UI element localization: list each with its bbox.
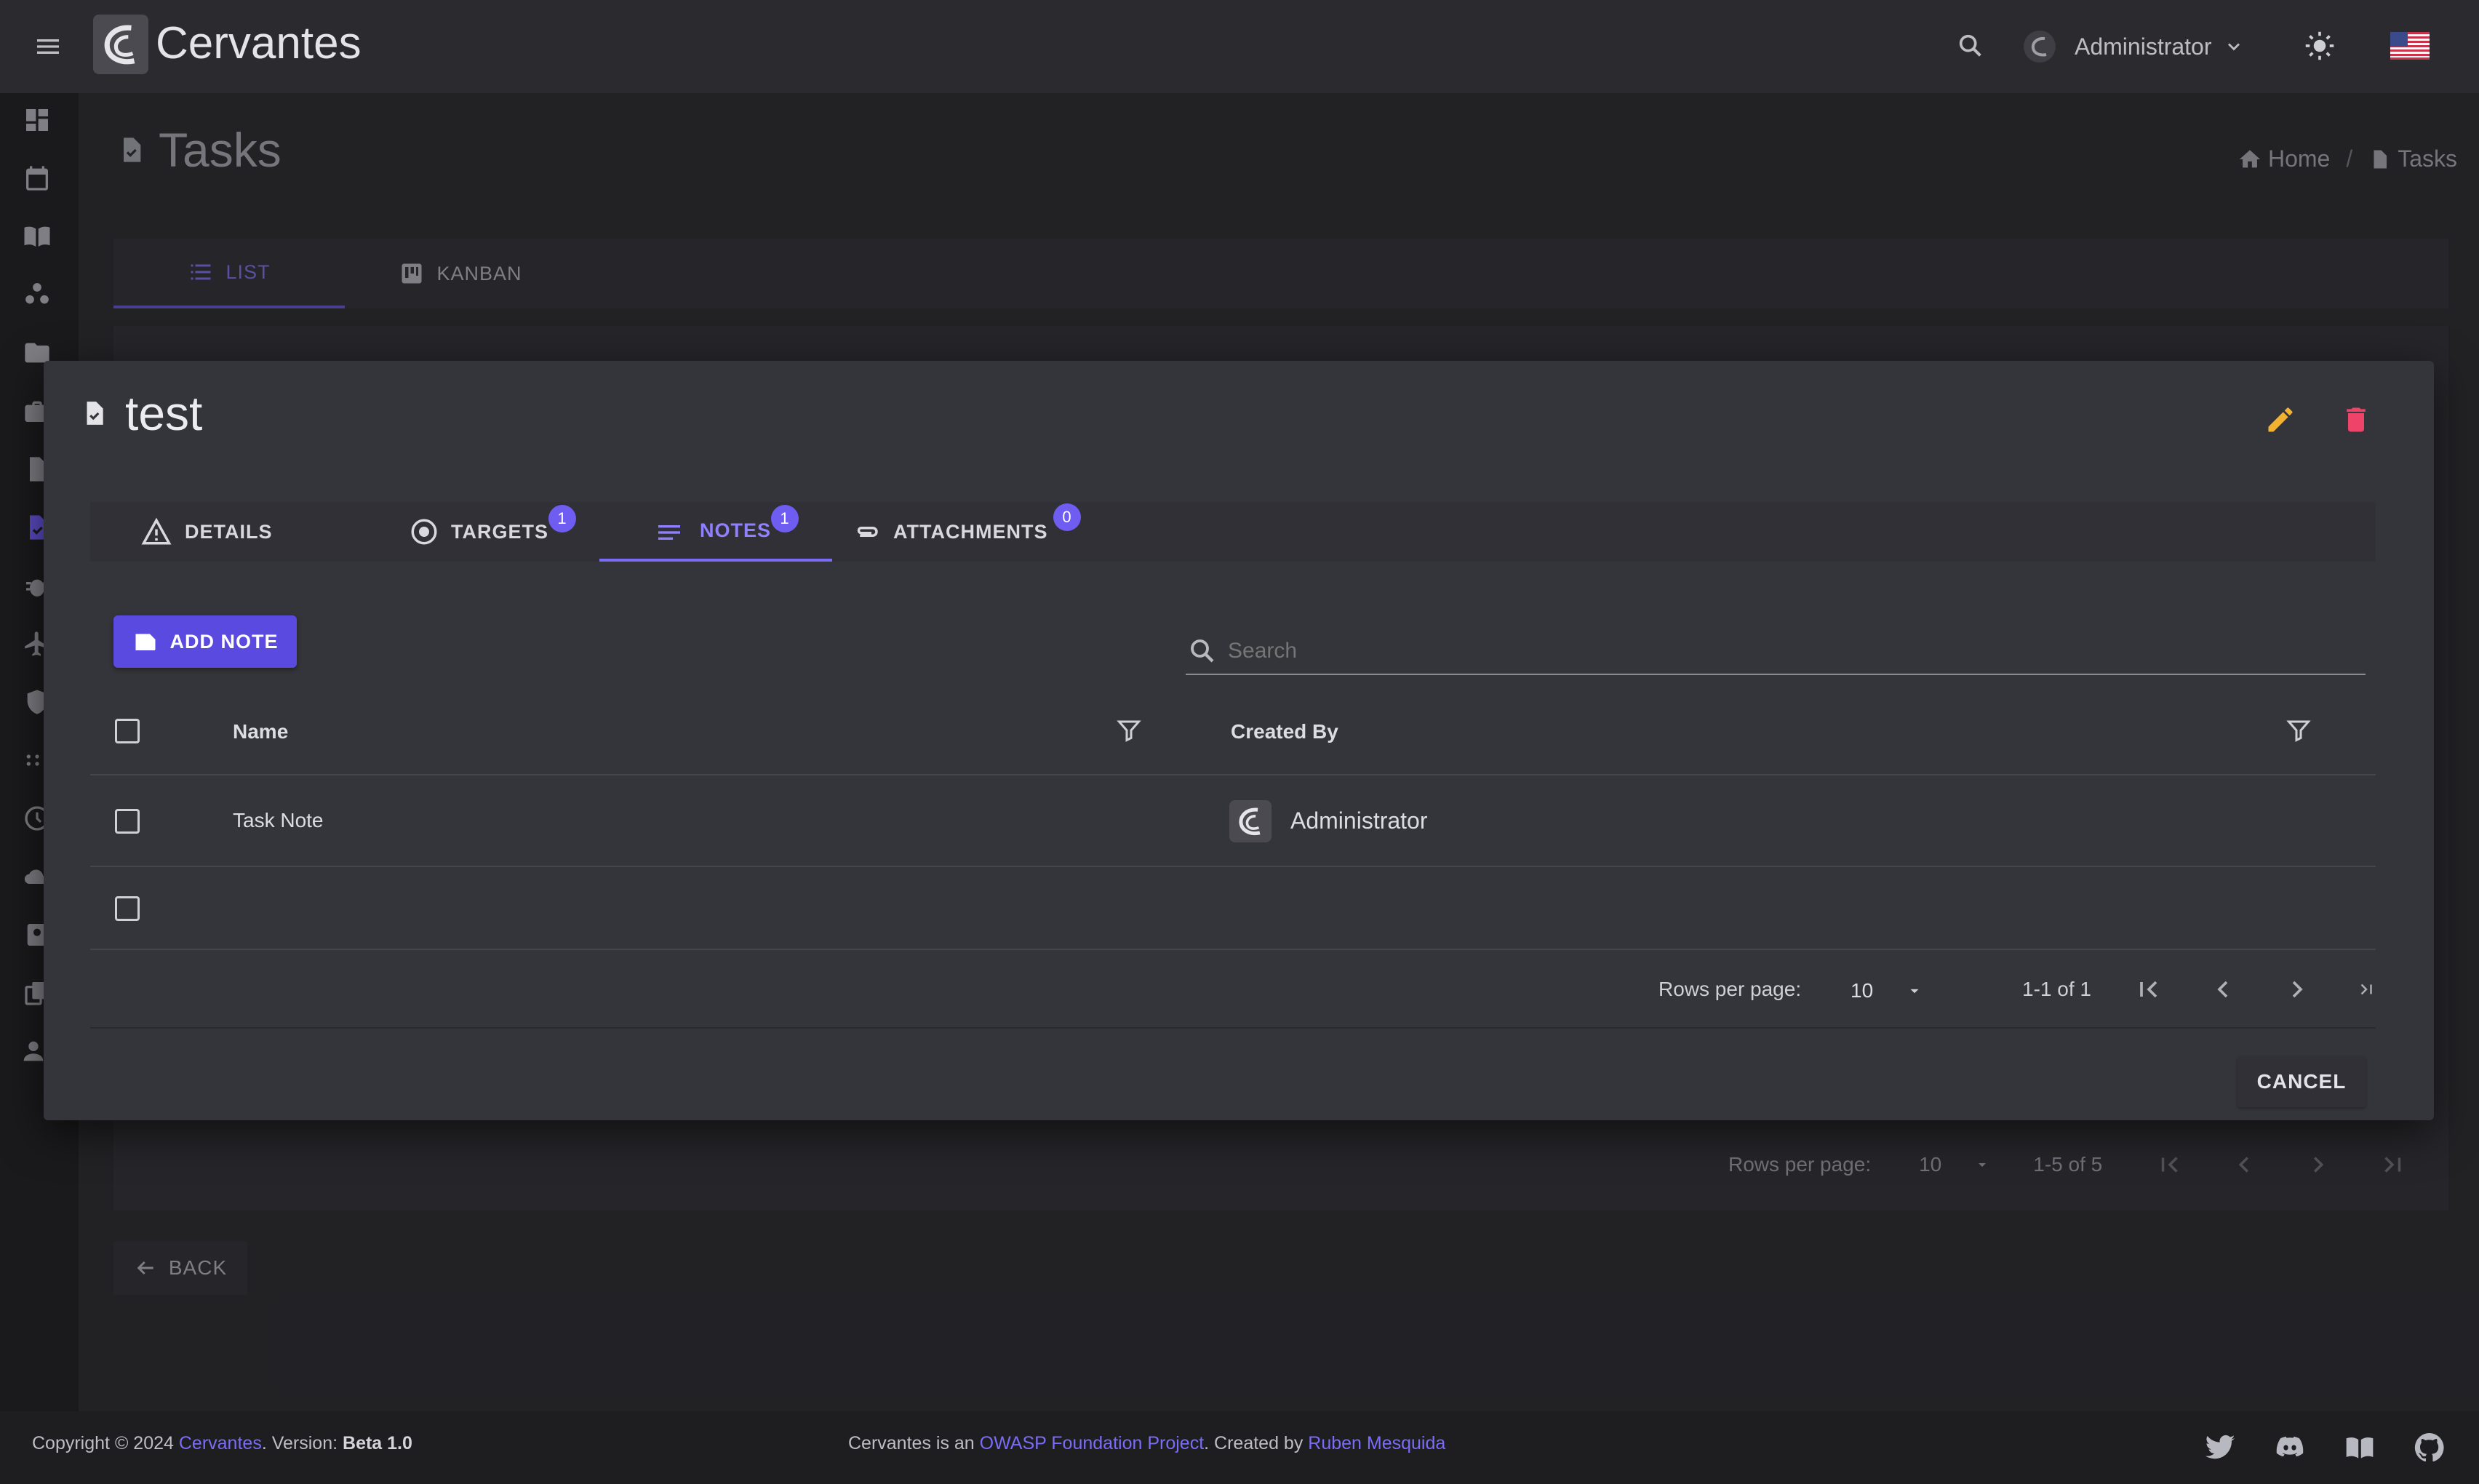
author-link[interactable]: Ruben Mesquida [1308, 1433, 1445, 1453]
rows-per-page-select[interactable]: 10 [1851, 976, 1938, 1005]
edit-icon[interactable] [2261, 400, 2300, 439]
cancel-label: CANCEL [2256, 1070, 2347, 1093]
task-file-icon [80, 396, 108, 430]
discord-icon[interactable] [2274, 1432, 2306, 1464]
tab-details[interactable]: DETAILS [141, 502, 273, 562]
tab-targets[interactable]: TARGETS 1 [409, 502, 576, 562]
brand-link[interactable]: Cervantes [179, 1433, 262, 1453]
avatar [2024, 31, 2056, 63]
note-name: Task Note [233, 809, 324, 831]
targets-count-badge: 1 [548, 505, 576, 532]
chevron-down-icon [2224, 36, 2244, 57]
menu-icon[interactable] [31, 29, 65, 64]
warning-icon [141, 516, 172, 547]
table-row-empty [90, 867, 2376, 950]
rows-per-page-value: 10 [1851, 979, 1874, 1002]
attachments-count-badge: 0 [1053, 503, 1081, 531]
us-flag-icon[interactable] [2390, 32, 2430, 60]
delete-icon[interactable] [2336, 400, 2376, 439]
tab-notes[interactable]: NOTES 1 [599, 502, 832, 562]
twitter-icon[interactable] [2204, 1432, 2236, 1464]
avatar [1229, 800, 1272, 842]
version-value: Beta 1.0 [343, 1433, 412, 1453]
rows-per-page-label: Rows per page: [1658, 978, 1802, 1000]
table-row[interactable]: Task Note Administrator [90, 775, 2376, 867]
user-name: Administrator [2075, 33, 2212, 60]
tab-notes-label: NOTES [700, 519, 772, 541]
filter-icon[interactable] [2286, 717, 2312, 743]
row-checkbox[interactable] [115, 896, 140, 921]
caret-down-icon [1905, 981, 1924, 1000]
footer-copyright: Copyright © 2024 Cervantes. Version: Bet… [32, 1433, 412, 1454]
select-all-checkbox[interactable] [115, 719, 140, 743]
github-icon[interactable] [2412, 1430, 2447, 1465]
tab-attachments[interactable]: ATTACHMENTS 0 [851, 502, 1081, 562]
dialog-title: test [125, 386, 203, 440]
project-text: Cervantes is an [848, 1433, 975, 1453]
prev-page-icon[interactable] [2208, 975, 2238, 1004]
tab-details-label: DETAILS [185, 520, 273, 543]
note-add-icon [132, 629, 159, 655]
notes-panel: ADD NOTE Name Created By Task Note Admin… [90, 562, 2376, 1049]
footer: Copyright © 2024 Cervantes. Version: Bet… [0, 1411, 2479, 1484]
created-by-text: . Created by [1204, 1433, 1304, 1453]
column-header-name[interactable]: Name [233, 720, 288, 743]
copyright-text: Copyright © 2024 [32, 1433, 174, 1453]
app-logo[interactable] [93, 15, 148, 74]
row-checkbox[interactable] [115, 809, 140, 834]
column-header-created-by[interactable]: Created By [1231, 720, 1338, 743]
filter-icon[interactable] [1116, 717, 1142, 743]
add-note-button[interactable]: ADD NOTE [113, 615, 297, 668]
dialog-tabs: DETAILS TARGETS 1 NOTES 1 ATTACHMENTS 0 [90, 502, 2376, 562]
next-page-icon[interactable] [2283, 975, 2312, 1004]
search-input[interactable] [1228, 639, 2319, 663]
task-dialog: test DETAILS TARGETS 1 NOTES 1 ATTACHMEN… [44, 361, 2434, 1120]
table-pagination: Rows per page: 10 1-1 of 1 [90, 950, 2376, 1029]
cancel-button[interactable]: CANCEL [2238, 1056, 2366, 1107]
search-icon [1187, 636, 1218, 666]
first-page-icon[interactable] [2134, 975, 2163, 1004]
version-label: . Version: [261, 1433, 338, 1453]
search-icon[interactable] [1952, 28, 1989, 64]
pagination-range: 1-1 of 1 [2022, 978, 2091, 1000]
book-icon[interactable] [2344, 1432, 2376, 1464]
app-title[interactable]: Cervantes [156, 17, 362, 69]
footer-project: Cervantes is an OWASP Foundation Project… [848, 1433, 1445, 1454]
attachment-icon [851, 516, 882, 547]
add-note-label: ADD NOTE [169, 630, 279, 653]
table-header: Name Created By [90, 687, 2376, 775]
search-field[interactable] [1186, 629, 2366, 675]
created-by-user: Administrator [1290, 807, 1428, 834]
owasp-link[interactable]: OWASP Foundation Project [980, 1433, 1204, 1453]
tab-targets-label: TARGETS [451, 520, 548, 543]
tab-attachments-label: ATTACHMENTS [893, 520, 1048, 543]
dialog-header: test [80, 386, 202, 441]
user-menu[interactable]: Administrator [2024, 26, 2264, 67]
top-app-bar: Cervantes Administrator [0, 0, 2479, 93]
last-page-icon[interactable] [2357, 975, 2376, 1004]
theme-toggle-icon[interactable] [2302, 28, 2338, 64]
notes-count-badge: 1 [771, 505, 799, 532]
notes-icon [655, 518, 684, 547]
target-icon [409, 516, 439, 547]
